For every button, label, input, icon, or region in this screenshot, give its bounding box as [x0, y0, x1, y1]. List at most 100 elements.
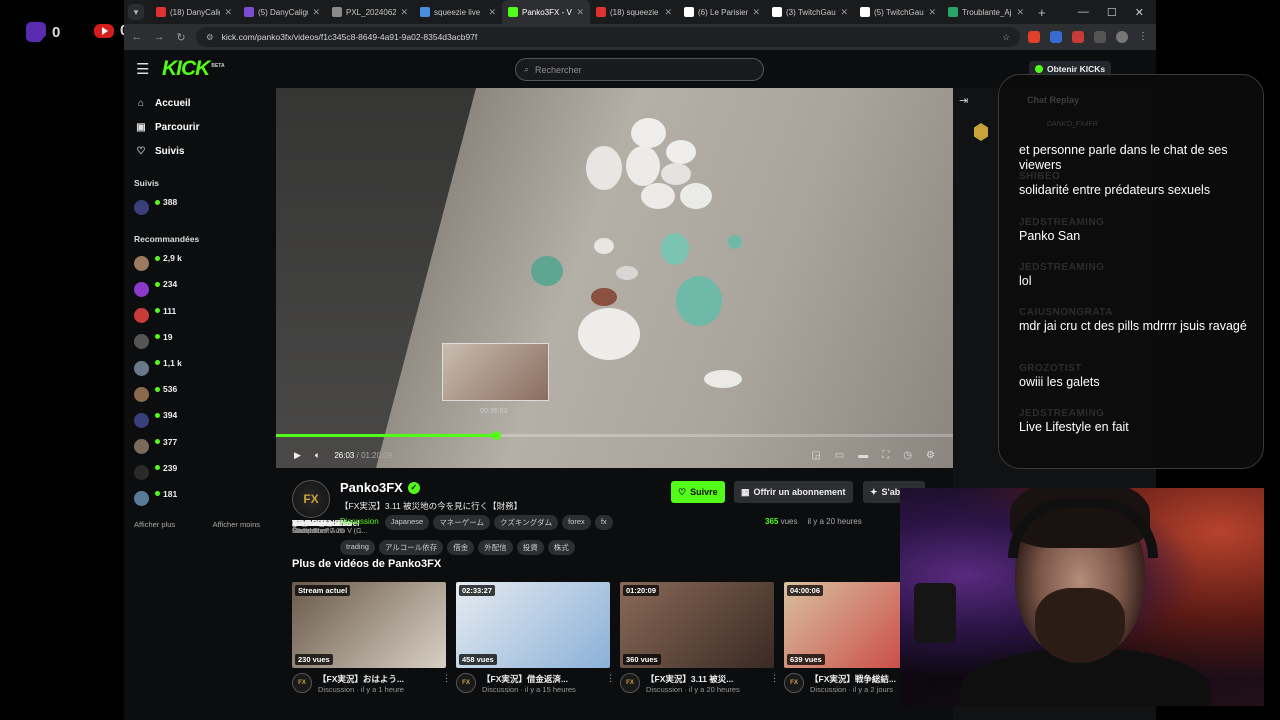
tag-chip[interactable]: 投資 [516, 540, 544, 555]
sidebar-channel[interactable]: Walid Grand Theft Auto V (G... 377 [134, 434, 367, 535]
close-window-icon[interactable]: ✕ [1135, 6, 1144, 19]
sidebar-channel[interactable]: Bichouu Grand Theft Auto V (... 2,9 k [134, 250, 362, 535]
tab-search-button[interactable]: ▾ [128, 4, 144, 20]
tab-close-icon[interactable]: ✕ [752, 7, 760, 18]
tab-close-icon[interactable]: ✕ [840, 7, 848, 18]
minimize-icon[interactable]: — [1078, 6, 1089, 19]
sidebar-channel[interactable]: marvel_fitness Discussion 388 [134, 194, 352, 535]
sidebar-channel[interactable]: KD3kick Discussion 111 [134, 303, 326, 535]
tab-close-icon[interactable]: ✕ [224, 7, 232, 18]
more-options-icon[interactable]: ⋮ [770, 673, 779, 694]
nav-home[interactable]: ⌂ Accueil [136, 96, 260, 110]
browser-tab[interactable]: (18) squeezie ✕ [590, 0, 678, 24]
video-card[interactable]: 01:20:09 360 vues FX 【FX実況】3.11 被災... Discus… [620, 582, 779, 694]
video-card[interactable]: 02:33:27 458 vues FX 【FX実況】借金返済... Discussio… [456, 582, 615, 694]
search-input[interactable]: ⌕ Rechercher [515, 58, 764, 81]
tag-chip[interactable]: fx [594, 515, 613, 530]
kick-logo[interactable]: KICK BETA [162, 57, 225, 81]
video-card-title[interactable]: 【FX実況】3.11 被災... [646, 673, 764, 685]
maximize-icon[interactable]: ☐ [1107, 6, 1117, 19]
browser-tab[interactable]: (6) Le Parisien ✕ [678, 0, 766, 24]
video-thumbnail[interactable]: Stream actuel 230 vues [292, 582, 446, 668]
tab-close-icon[interactable]: ✕ [1016, 7, 1024, 18]
browser-tab[interactable]: Troublante_Aj... ✕ [942, 0, 1030, 24]
nav-following[interactable]: ♡ Suivis [136, 144, 260, 158]
browser-menu-icon[interactable]: ⋮ [1138, 31, 1150, 43]
nav-browse[interactable]: ▣ Parcourir [136, 120, 260, 134]
tab-close-icon[interactable]: ✕ [400, 7, 408, 18]
video-card-title[interactable]: 【FX実況】借金返済... [482, 673, 600, 685]
tag-chip[interactable]: 株式 [547, 540, 575, 555]
sidebar-channel[interactable]: AHMEDLNDY News 239 [134, 460, 346, 535]
tag-chip[interactable]: クズキングダム [494, 515, 559, 530]
tag-chip[interactable]: アルコール依存 [378, 540, 444, 555]
hamburger-menu-icon[interactable]: ☰ [136, 60, 152, 78]
volume-icon[interactable]: 🔈︎ [315, 450, 320, 461]
channel-avatar[interactable]: FX [620, 673, 640, 693]
tab-close-icon[interactable]: ✕ [576, 7, 584, 18]
miniplayer-icon[interactable]: ▭ [835, 450, 844, 461]
category-link[interactable]: Discussion [340, 515, 379, 530]
tag-chip[interactable]: forex [562, 515, 591, 530]
bookmark-star-icon[interactable]: ☆ [1002, 32, 1010, 43]
browser-tab[interactable]: (5) DanyCaligu... ✕ [238, 0, 326, 24]
back-icon[interactable]: ← [130, 31, 144, 43]
show-less-link[interactable]: Afficher moins [213, 520, 260, 529]
tag-chip[interactable]: trading [340, 540, 375, 555]
video-player[interactable]: 00:36:03 ▶ 🔈︎ 26:03 / 01:20:09 ◲ ▭ ▬ ⛶ ◷ [276, 88, 953, 468]
browser-tab[interactable]: (5) TwitchGau... ✕ [854, 0, 942, 24]
collapse-chat-icon[interactable]: ⇥ [959, 94, 968, 107]
play-icon[interactable]: ▶ [294, 450, 301, 461]
sidebar-channel[interactable]: Locklear Marathon 19 [134, 329, 327, 535]
browser-tab[interactable]: (18) DanyCaligu... ✕ [150, 0, 238, 24]
more-options-icon[interactable]: ⋮ [606, 673, 615, 694]
tab-close-icon[interactable]: ✕ [312, 7, 320, 18]
clip-icon[interactable]: ◲ [811, 450, 820, 461]
more-options-icon[interactable]: ⋮ [442, 673, 451, 694]
sidebar-channel[interactable]: airserblaaa Fortnite 234 [134, 276, 337, 535]
channel-avatar[interactable]: FX [292, 480, 330, 518]
settings-gear-icon[interactable]: ⚙ [926, 450, 935, 461]
url-field[interactable]: ⚙ kick.com/panko3fx/videos/f1c345c8-8649… [196, 27, 1020, 47]
video-thumbnail[interactable]: 02:33:27 458 vues [456, 582, 610, 668]
reload-icon[interactable]: ↻ [174, 31, 188, 44]
new-tab-button[interactable]: + [1030, 5, 1054, 20]
tag-chip[interactable]: 外配信 [478, 540, 513, 555]
forward-icon[interactable]: → [152, 31, 166, 43]
sidebar-channel[interactable]: gamemixtreize EA Sports FC 26 536 [134, 381, 351, 535]
browser-tab[interactable]: PXL_2024062...✕ [326, 0, 414, 24]
tab-close-icon[interactable]: ✕ [928, 7, 936, 18]
browser-tab[interactable]: squeezie live ✕ [414, 0, 502, 24]
extension-icon[interactable] [1072, 31, 1084, 43]
sidebar-channel[interactable]: Loumani_officiel Discussion 1,1 k [134, 355, 360, 535]
browser-tab[interactable]: (3) TwitchGau... ✕ [766, 0, 854, 24]
site-info-icon[interactable]: ⚙ [206, 32, 214, 43]
tag-chip[interactable]: マネーゲーム [433, 515, 490, 530]
tab-close-icon[interactable]: ✕ [664, 7, 672, 18]
sidebar-channel[interactable]: marvel_fitness Discussion 394 [134, 407, 352, 535]
channel-avatar[interactable]: FX [292, 673, 312, 693]
video-thumbnail[interactable]: 01:20:09 360 vues [620, 582, 774, 668]
tab-close-icon[interactable]: ✕ [488, 7, 496, 18]
show-more-link[interactable]: Afficher plus [134, 520, 175, 529]
theater-mode-icon[interactable]: ▬ [858, 450, 868, 461]
seek-bar[interactable] [276, 431, 953, 440]
tag-chip[interactable]: Japanese [384, 515, 430, 530]
channel-avatar[interactable]: FX [784, 673, 804, 693]
channel-avatar[interactable]: FX [456, 673, 476, 693]
playback-speed-icon[interactable]: ◷ [903, 450, 912, 461]
browser-tab[interactable]: Panko3FX - Vi... ✕ [502, 0, 590, 24]
seek-bar-handle[interactable] [492, 431, 502, 440]
extensions-puzzle-icon[interactable] [1094, 31, 1106, 43]
extension-icon[interactable] [1028, 31, 1040, 43]
extension-icon[interactable] [1050, 31, 1062, 43]
profile-avatar-icon[interactable] [1116, 31, 1128, 43]
video-card-title[interactable]: 【FX実況】おはよう... [318, 673, 436, 685]
tag-chip[interactable]: 借金 [447, 540, 475, 555]
channel-name[interactable]: Panko3FX ✓ [340, 480, 420, 495]
follow-button[interactable]: ♡ Suivre [671, 481, 725, 503]
gift-subscription-button[interactable]: ▦ Offrir un abonnement [734, 481, 853, 503]
fullscreen-icon[interactable]: ⛶ [882, 450, 889, 461]
video-card[interactable]: Stream actuel 230 vues FX 【FX実況】おはよう... Disc… [292, 582, 451, 694]
sidebar-channel[interactable]: LZ_haamaa Grand Theft Auto V (G... 181 [134, 486, 367, 535]
